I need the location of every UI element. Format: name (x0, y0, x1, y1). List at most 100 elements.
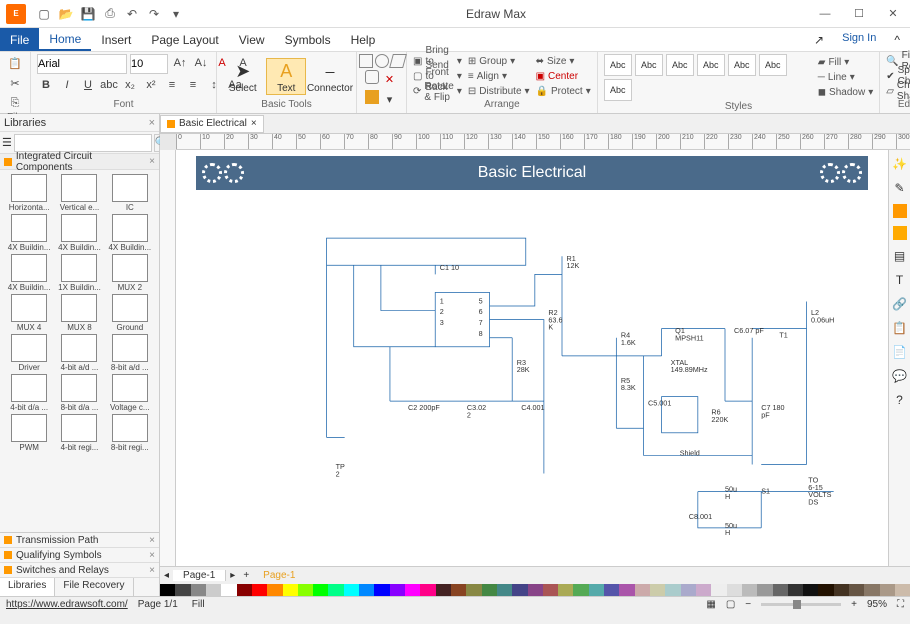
minimize-button[interactable]: — (808, 0, 842, 28)
shape-circle[interactable] (375, 54, 389, 68)
library-item[interactable]: 4X Buildin... (56, 214, 102, 252)
page-nav-right[interactable]: ▸ (226, 570, 239, 581)
palette-color[interactable] (864, 584, 879, 596)
palette-color[interactable] (497, 584, 512, 596)
palette-color[interactable] (405, 584, 420, 596)
font-size-select[interactable] (130, 54, 168, 74)
menu-symbols[interactable]: Symbols (275, 28, 341, 51)
palette-color[interactable] (237, 584, 252, 596)
copy-icon[interactable]: ⎘ (6, 94, 24, 112)
palette-color[interactable] (252, 584, 267, 596)
library-item[interactable]: IC (107, 174, 153, 212)
style-preset[interactable]: Abc (728, 54, 756, 76)
palette-color[interactable] (313, 584, 328, 596)
palette-color[interactable] (773, 584, 788, 596)
distribute-button[interactable]: ⊟ Distribute▾ (468, 85, 530, 99)
palette-color[interactable] (328, 584, 343, 596)
library-item[interactable]: 4-bit a/d ... (56, 334, 102, 372)
grow-font-icon[interactable]: A↑ (171, 54, 189, 72)
lib-cat-switches[interactable]: Switches and Relays (16, 565, 109, 576)
palette-color[interactable] (818, 584, 833, 596)
palette-color[interactable] (757, 584, 772, 596)
line-button[interactable]: ─ Line▾ (818, 71, 873, 85)
lib-cat-transmission[interactable]: Transmission Path (16, 535, 98, 546)
palette-color[interactable] (512, 584, 527, 596)
shrink-font-icon[interactable]: A↓ (192, 54, 210, 72)
shadow-button[interactable]: ◼ Shadow▾ (818, 86, 873, 100)
close-tab-icon[interactable]: × (251, 118, 257, 129)
palette-color[interactable] (206, 584, 221, 596)
library-item[interactable]: 8-bit a/d ... (107, 334, 153, 372)
palette-color[interactable] (528, 584, 543, 596)
menu-view[interactable]: View (229, 28, 275, 51)
status-url[interactable]: https://www.edrawsoft.com/ (6, 599, 128, 610)
palette-color[interactable] (803, 584, 818, 596)
palette-color[interactable] (175, 584, 190, 596)
undo-icon[interactable]: ↶ (124, 6, 140, 22)
shape-rect[interactable] (359, 54, 373, 68)
new-icon[interactable]: ▢ (36, 6, 52, 22)
palette-color[interactable] (482, 584, 497, 596)
palette-color[interactable] (420, 584, 435, 596)
bold-button[interactable]: B (37, 76, 55, 94)
size-button[interactable]: ⬌ Size▾ (536, 54, 591, 68)
library-item[interactable]: 4-bit regi... (56, 414, 102, 452)
palette-color[interactable] (344, 584, 359, 596)
library-item[interactable]: 8-bit regi... (107, 414, 153, 452)
view-icon[interactable]: ▢ (726, 599, 735, 610)
style-preset[interactable]: Abc (666, 54, 694, 76)
palette-color[interactable] (451, 584, 466, 596)
swatch-orange2-icon[interactable] (893, 226, 907, 240)
maximize-button[interactable]: ☐ (842, 0, 876, 28)
palette-color[interactable] (880, 584, 895, 596)
superscript-button[interactable]: x² (142, 76, 160, 94)
menu-insert[interactable]: Insert (91, 28, 141, 51)
palette-color[interactable] (267, 584, 282, 596)
palette-color[interactable] (160, 584, 175, 596)
library-item[interactable]: Voltage c... (107, 374, 153, 412)
palette-color[interactable] (374, 584, 389, 596)
library-item[interactable]: MUX 2 (107, 254, 153, 292)
cut-icon[interactable]: ✂ (6, 74, 24, 92)
print-icon[interactable]: ⎙ (102, 6, 118, 22)
shape-more-icon[interactable]: ▾ (381, 90, 399, 108)
align-obj-button[interactable]: ≡ Align▾ (468, 69, 530, 83)
text-tool[interactable]: AText (266, 58, 306, 95)
palette-color[interactable] (589, 584, 604, 596)
swatch-orange-icon[interactable] (893, 204, 907, 218)
palette-color[interactable] (742, 584, 757, 596)
change-shape-button[interactable]: ▱ Change Shape▾ (886, 84, 910, 98)
center-button[interactable]: ▣ Center (536, 69, 591, 83)
close-category-icon[interactable]: × (149, 156, 155, 167)
page-tab-2[interactable]: Page-1 (253, 570, 305, 581)
note-icon[interactable]: 📄 (892, 344, 908, 360)
palette-color[interactable] (727, 584, 742, 596)
palette-color[interactable] (788, 584, 803, 596)
clipboard-icon[interactable]: 📋 (892, 320, 908, 336)
shape-para[interactable] (389, 54, 407, 68)
palette-color[interactable] (221, 584, 236, 596)
link-icon[interactable]: 🔗 (892, 296, 908, 312)
palette-color[interactable] (650, 584, 665, 596)
close-button[interactable]: ✕ (876, 0, 910, 28)
underline-button[interactable]: U (79, 76, 97, 94)
palette-color[interactable] (635, 584, 650, 596)
palette-color[interactable] (466, 584, 481, 596)
library-item[interactable]: Horizonta... (6, 174, 52, 212)
style-preset[interactable]: Abc (635, 54, 663, 76)
collapse-ribbon-icon[interactable]: ^ (884, 28, 910, 51)
style-preset[interactable]: Abc (697, 54, 725, 76)
schematic-drawing[interactable]: C1 10 R112K R263.6K R328K C2 200pF C3.02… (276, 220, 848, 546)
style-preset[interactable]: Abc (604, 54, 632, 76)
palette-color[interactable] (665, 584, 680, 596)
bullets-button[interactable]: ≡ (163, 76, 181, 94)
page-nav-left[interactable]: ◂ (160, 570, 173, 581)
palette-color[interactable] (834, 584, 849, 596)
palette-color[interactable] (283, 584, 298, 596)
library-item[interactable]: 4X Buildin... (107, 214, 153, 252)
tab-file-recovery[interactable]: File Recovery (55, 578, 133, 596)
library-item[interactable]: Ground (107, 294, 153, 332)
palette-color[interactable] (543, 584, 558, 596)
palette-color[interactable] (849, 584, 864, 596)
open-icon[interactable]: 📂 (58, 6, 74, 22)
